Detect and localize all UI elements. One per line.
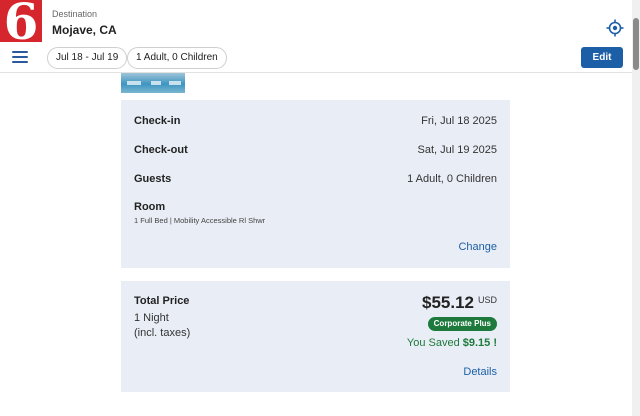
scrollbar-thumb[interactable] xyxy=(633,18,639,70)
brand-logo[interactable]: 6 xyxy=(0,0,42,51)
savings-prefix: You Saved xyxy=(406,337,463,349)
logo-glyph: 6 xyxy=(3,0,39,51)
checkin-label: Check-in xyxy=(134,115,181,127)
hotel-pool-photo xyxy=(121,73,185,93)
taxes-note: (incl. taxes) xyxy=(134,327,191,339)
price-card: Total Price 1 Night (incl. taxes) $55.12… xyxy=(121,281,510,392)
destination-label: Destination xyxy=(52,9,98,19)
savings-amount: $9.15 ! xyxy=(462,337,497,349)
dates-pill[interactable]: Jul 18 - Jul 19 xyxy=(47,47,128,69)
price-amount: $55.12 xyxy=(422,293,474,312)
rate-badge: Corporate Plus xyxy=(427,317,497,331)
locate-icon[interactable] xyxy=(606,19,624,37)
stay-summary-card: Check-in Fri, Jul 18 2025 Check-out Sat,… xyxy=(121,100,510,268)
nights-count: 1 Night xyxy=(134,312,169,324)
price-details-link[interactable]: Details xyxy=(463,366,497,378)
edit-button[interactable]: Edit xyxy=(581,47,623,68)
room-label: Room xyxy=(134,201,166,213)
currency-code: USD xyxy=(477,295,497,305)
checkout-value: Sat, Jul 19 2025 xyxy=(417,144,497,156)
total-price-label: Total Price xyxy=(134,295,190,307)
vertical-scrollbar[interactable] xyxy=(632,0,640,416)
savings-text: You Saved $9.15 ! xyxy=(407,337,497,349)
destination-value[interactable]: Mojave, CA xyxy=(52,23,117,37)
hamburger-menu-icon[interactable] xyxy=(12,51,28,63)
room-description: 1 Full Bed | Mobility Accessible Rl Shwr xyxy=(134,216,266,225)
app-header: 6 Destination Mojave, CA Jul 18 - Jul 19… xyxy=(0,0,632,73)
change-room-link[interactable]: Change xyxy=(458,241,497,253)
guests-value: 1 Adult, 0 Children xyxy=(407,173,497,185)
guests-pill[interactable]: 1 Adult, 0 Children xyxy=(127,47,227,69)
checkout-label: Check-out xyxy=(134,144,188,156)
checkin-value: Fri, Jul 18 2025 xyxy=(421,115,497,127)
guests-label: Guests xyxy=(134,173,172,185)
